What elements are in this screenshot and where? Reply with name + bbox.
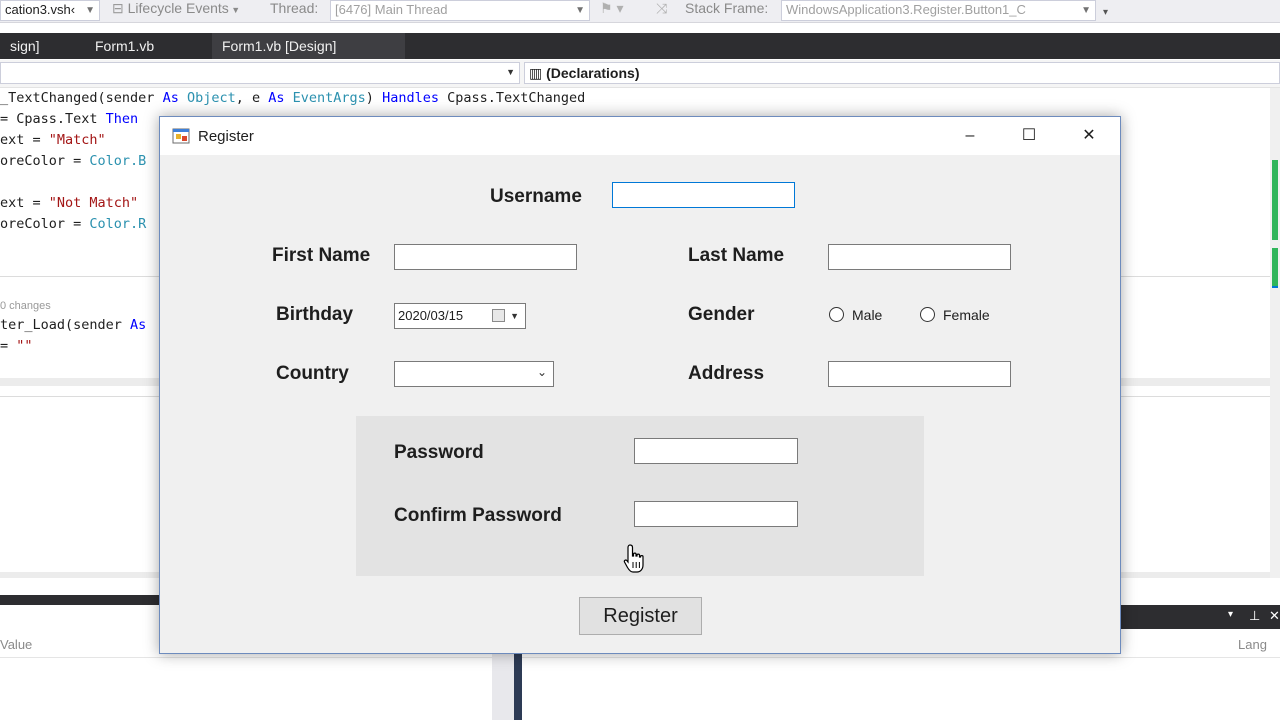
- stack-frame-value: WindowsApplication3.Register.Button1_C: [786, 2, 1026, 17]
- code-line: ext = "Match": [0, 132, 106, 148]
- code-line: oreColor = Color.R: [0, 216, 147, 232]
- code-line: ter_Load(sender As: [0, 317, 147, 333]
- calendar-icon: [492, 309, 505, 322]
- birthday-value: 2020/03/15: [398, 308, 464, 323]
- tab-form1-design[interactable]: Form1.vb [Design]: [212, 33, 405, 59]
- tab-form1-vb[interactable]: Form1.vb: [85, 33, 208, 59]
- password-label: Password: [394, 442, 484, 463]
- chevron-down-icon: ▼: [575, 5, 585, 16]
- member-combo[interactable]: ▥ (Declarations): [524, 62, 1280, 84]
- thread-label: Thread:: [270, 0, 319, 16]
- code-navigation-bar: ▼ ▥ (Declarations): [0, 60, 1280, 88]
- window-title: Register: [198, 128, 254, 145]
- code-line: = "": [0, 338, 33, 354]
- lifecycle-events-dropdown[interactable]: ⊟ Lifecycle Events ▼: [112, 0, 272, 21]
- close-icon: ✕: [1082, 127, 1096, 144]
- change-marker: [1272, 248, 1278, 288]
- password-input[interactable]: [634, 438, 798, 464]
- code-line: _TextChanged(sender As Object, e As Even…: [0, 90, 586, 106]
- close-icon[interactable]: ✕: [1269, 608, 1280, 624]
- birthday-label: Birthday: [276, 304, 354, 325]
- code-line: ext = "Not Match": [0, 195, 139, 211]
- caret-marker: [1272, 286, 1278, 288]
- chevron-down-icon: ▼: [506, 67, 515, 77]
- tab-design-partial[interactable]: sign]: [0, 33, 85, 59]
- country-label: Country: [276, 363, 349, 384]
- immediate-panel-title: ▾ ⊥ ✕: [1121, 605, 1280, 629]
- tab-label: Form1.vb: [95, 38, 155, 54]
- male-radio-label[interactable]: Male: [852, 307, 882, 323]
- tab-label: sign]: [10, 38, 40, 54]
- gender-label: Gender: [688, 304, 755, 325]
- hand-cursor-icon: [623, 544, 644, 573]
- tab-label: Form1.vb [Design]: [222, 38, 337, 54]
- username-label: Username: [490, 186, 582, 207]
- female-radio[interactable]: [920, 307, 935, 322]
- last-name-input[interactable]: [828, 244, 1011, 270]
- declarations-icon: ▥: [529, 65, 547, 81]
- lifecycle-label: Lifecycle Events: [127, 0, 229, 16]
- codelens-changes[interactable]: 0 changes: [0, 300, 51, 312]
- confirm-password-input[interactable]: [634, 501, 798, 527]
- lang-column-header[interactable]: Lang: [1238, 637, 1267, 652]
- thread-value: [6476] Main Thread: [335, 2, 448, 17]
- thread-combo[interactable]: [6476] Main Thread ▼: [330, 0, 590, 21]
- chevron-down-icon: ▼: [1081, 5, 1091, 16]
- lifecycle-icon: ⊟: [112, 0, 128, 16]
- toolbar-overflow-icon[interactable]: ▾: [1103, 4, 1108, 25]
- close-button[interactable]: ✕: [1060, 117, 1118, 155]
- username-input[interactable]: [612, 182, 795, 208]
- code-line: = Cpass.Text Then: [0, 111, 139, 127]
- first-name-label: First Name: [272, 245, 371, 266]
- project-combo-text: cation3.vsh‹: [5, 2, 76, 17]
- first-name-input[interactable]: [394, 244, 577, 270]
- document-tab-strip: sign] Form1.vb Form1.vb [Design]: [0, 33, 1280, 59]
- panel-splitter-bar: [514, 653, 522, 720]
- title-bar[interactable]: Register – ☐ ✕: [160, 117, 1120, 155]
- minimize-icon: –: [965, 127, 975, 144]
- chevron-down-icon: ⌄: [536, 365, 547, 379]
- birthday-datepicker[interactable]: 2020/03/15 ▼: [394, 303, 526, 329]
- country-dropdown[interactable]: ⌄: [394, 361, 554, 387]
- form-app-icon: [172, 128, 190, 144]
- address-label: Address: [688, 363, 765, 384]
- chevron-down-icon: ▼: [85, 5, 95, 16]
- value-column-header[interactable]: Value: [0, 637, 32, 652]
- address-input[interactable]: [828, 361, 1011, 387]
- member-combo-text: (Declarations): [546, 65, 640, 81]
- panel-separator: [522, 657, 1280, 658]
- panel-separator: [0, 657, 492, 658]
- stack-frame-label: Stack Frame:: [685, 0, 769, 16]
- chevron-down-icon: ▼: [510, 311, 519, 321]
- project-combo[interactable]: cation3.vsh‹ ▼: [0, 0, 100, 21]
- maximize-icon: ☐: [1021, 127, 1037, 144]
- minimize-button[interactable]: –: [941, 117, 999, 155]
- chevron-down-icon: ▼: [228, 5, 241, 15]
- maximize-button[interactable]: ☐: [1000, 117, 1058, 155]
- vs-toolbar: cation3.vsh‹ ▼ ⊟ Lifecycle Events ▼ Thre…: [0, 0, 1280, 23]
- last-name-label: Last Name: [688, 245, 785, 266]
- editor-scrollbar[interactable]: [1270, 88, 1280, 578]
- change-marker: [1272, 160, 1278, 240]
- female-radio-label[interactable]: Female: [943, 307, 990, 323]
- confirm-password-label: Confirm Password: [394, 505, 562, 526]
- dropdown-icon[interactable]: ▾: [1228, 609, 1233, 620]
- class-combo[interactable]: ▼: [0, 62, 520, 84]
- pin-icon[interactable]: ⊥: [1249, 608, 1260, 624]
- male-radio[interactable]: [829, 307, 844, 322]
- stack-frame-combo[interactable]: WindowsApplication3.Register.Button1_C ▼: [781, 0, 1096, 21]
- code-line: oreColor = Color.B: [0, 153, 147, 169]
- register-button[interactable]: Register: [579, 597, 702, 635]
- flag-thread-icon[interactable]: ⚑ ▾: [600, 0, 623, 21]
- show-threads-icon[interactable]: ⤨: [656, 0, 667, 21]
